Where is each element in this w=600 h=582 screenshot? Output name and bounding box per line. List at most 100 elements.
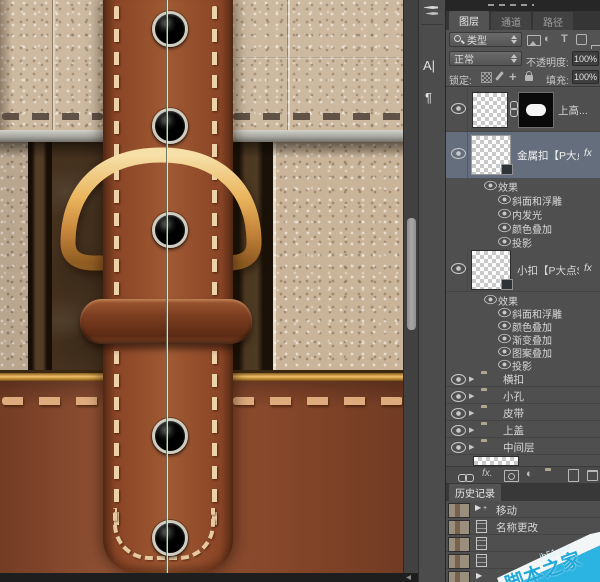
new-layer-icon[interactable] — [568, 469, 579, 482]
eye-cell[interactable] — [446, 248, 468, 292]
group-name[interactable]: 横扣 — [503, 372, 524, 387]
history-row-rename[interactable]: 名称更改 — [446, 518, 600, 535]
tab-paths[interactable]: 路径 — [533, 12, 573, 30]
layer-thumbnail[interactable] — [472, 92, 508, 128]
layer-name[interactable]: 上高... — [558, 103, 588, 118]
filter-type-layers-icon[interactable]: T — [561, 33, 568, 45]
effect-eye-icon[interactable] — [498, 209, 511, 218]
effect-row-color-overlay[interactable]: 颜色叠加 — [446, 220, 600, 234]
group-collapse-icon[interactable]: ▶ — [469, 409, 474, 417]
group-name[interactable]: 上盖 — [503, 423, 524, 438]
effects-header-row[interactable]: 效果 — [446, 292, 600, 305]
delete-layer-icon[interactable] — [587, 470, 598, 481]
lock-move-icon[interactable]: + — [509, 69, 517, 84]
lock-all-icon[interactable] — [525, 75, 533, 81]
eye-cell[interactable] — [446, 132, 468, 178]
scroll-arrow-icon[interactable] — [406, 575, 411, 580]
mask-link-icon[interactable] — [510, 101, 518, 117]
filter-adjustment-layers-icon[interactable]: ◐ — [544, 33, 551, 45]
add-mask-icon[interactable] — [504, 470, 519, 482]
scrollbar-thumb[interactable] — [407, 218, 416, 330]
canvas[interactable] — [0, 0, 403, 573]
history-step-label[interactable]: 名称更改 — [496, 520, 538, 535]
group-row-crossbuckle[interactable]: ▶ 横扣 — [446, 370, 600, 387]
eye-cell[interactable] — [446, 88, 468, 132]
effect-row-gradient-overlay[interactable]: 渐变叠加 — [446, 331, 600, 344]
effect-row-bevel[interactable]: 斜面和浮雕 — [446, 305, 600, 318]
visibility-eye-icon[interactable] — [451, 148, 466, 159]
group-collapse-icon[interactable]: ▶ — [469, 443, 474, 451]
group-row-smallholes[interactable]: ▶ 小孔 — [446, 387, 600, 404]
group-name[interactable]: 中间层 — [503, 440, 535, 455]
layer-name[interactable]: 金属扣【P大点... — [517, 148, 579, 163]
effect-row-drop-shadow[interactable]: 投影 — [446, 357, 600, 370]
group-collapse-icon[interactable]: ▶ — [469, 392, 474, 400]
effect-row-bevel[interactable]: 斜面和浮雕 — [446, 192, 600, 206]
group-row-topcover[interactable]: ▶ 上盖 — [446, 421, 600, 438]
visibility-eye-icon[interactable] — [451, 408, 466, 419]
effect-row-inner-glow[interactable]: 内发光 — [446, 206, 600, 220]
effect-eye-icon[interactable] — [498, 360, 511, 369]
effect-row-drop-shadow[interactable]: 投影 — [446, 234, 600, 248]
tab-layers[interactable]: 图层 — [449, 11, 489, 30]
visibility-eye-icon[interactable] — [451, 263, 466, 274]
layer-row-small-buckle[interactable]: 小扣【P大点S】 fx — [446, 248, 600, 292]
blend-mode-dropdown[interactable]: 正常 — [449, 51, 522, 66]
visibility-eye-icon[interactable] — [451, 442, 466, 453]
history-row-clipped[interactable] — [446, 535, 600, 552]
group-name[interactable]: 小孔 — [503, 389, 524, 404]
opacity-value[interactable]: 100% — [572, 51, 599, 66]
effect-row-color-overlay[interactable]: 颜色叠加 — [446, 318, 600, 331]
lock-transparency-icon[interactable] — [481, 72, 492, 83]
link-layers-icon[interactable] — [458, 474, 474, 482]
layer-fx-indicator[interactable]: fx — [584, 148, 592, 159]
character-panel-icon[interactable]: A| — [423, 58, 435, 73]
tool-presets-icon[interactable] — [424, 5, 440, 18]
history-row-clipped[interactable] — [446, 552, 600, 569]
group-collapse-icon[interactable]: ▶ — [469, 426, 474, 434]
layer-row-top-highlight[interactable]: 上高... — [446, 88, 600, 132]
visibility-eye-icon[interactable] — [451, 103, 466, 114]
strap-hole-5 — [152, 520, 188, 556]
effect-eye-icon[interactable] — [498, 347, 511, 356]
clipped-layer-thumbnail[interactable] — [473, 456, 519, 466]
layer-name[interactable]: 小扣【P大点S】 — [517, 263, 579, 278]
lock-paint-icon[interactable] — [495, 71, 504, 81]
effect-eye-icon[interactable] — [484, 295, 497, 304]
filter-kind-dropdown[interactable]: 类型 — [449, 32, 522, 47]
tab-channels[interactable]: 通道 — [491, 12, 531, 30]
history-row-move[interactable]: ▶ + 移动 — [446, 501, 600, 518]
visibility-eye-icon[interactable] — [451, 425, 466, 436]
visibility-eye-icon[interactable] — [451, 391, 466, 402]
group-collapse-icon[interactable]: ▶ — [469, 375, 474, 383]
layer-mask-thumbnail[interactable] — [518, 92, 554, 128]
photoshop-window: A| ¶ 图层 通道 路径 类型 — [0, 0, 600, 582]
paragraph-panel-icon[interactable]: ¶ — [425, 90, 432, 105]
effect-eye-icon[interactable] — [498, 223, 511, 232]
fill-value[interactable]: 100% — [572, 70, 599, 84]
add-adjustment-icon[interactable]: ◐ — [526, 468, 533, 480]
effect-eye-icon[interactable] — [498, 195, 511, 204]
canvas-scrollbar[interactable] — [403, 0, 418, 573]
effect-eye-icon[interactable] — [498, 334, 511, 343]
effect-row-pattern-overlay[interactable]: 图案叠加 — [446, 344, 600, 357]
filter-shape-layers-icon[interactable] — [576, 34, 587, 45]
effects-header-row[interactable]: 效果 — [446, 178, 600, 192]
history-row-clipped[interactable]: ▶ — [446, 569, 600, 582]
visibility-eye-icon[interactable] — [451, 374, 466, 385]
effect-eye-icon[interactable] — [498, 308, 511, 317]
group-row-middlelayer[interactable]: ▶ 中间层 — [446, 438, 600, 455]
lock-label: 锁定: — [449, 72, 472, 87]
effect-eye-icon[interactable] — [498, 237, 511, 246]
group-name[interactable]: 皮带 — [503, 406, 524, 421]
layer-row-metal-buckle-selected[interactable]: 金属扣【P大点... fx — [446, 132, 600, 178]
filter-pixel-layers-icon[interactable] — [527, 35, 541, 46]
group-row-belt[interactable]: ▶ 皮带 — [446, 404, 600, 421]
tab-history[interactable]: 历史记录 — [449, 484, 501, 501]
history-step-label[interactable]: 移动 — [496, 503, 517, 518]
rename-icon — [476, 520, 487, 533]
effect-eye-icon[interactable] — [484, 181, 497, 190]
layer-fx-indicator[interactable]: fx — [584, 263, 592, 274]
effect-eye-icon[interactable] — [498, 321, 511, 330]
add-layer-style-icon[interactable]: fx. — [482, 468, 493, 479]
